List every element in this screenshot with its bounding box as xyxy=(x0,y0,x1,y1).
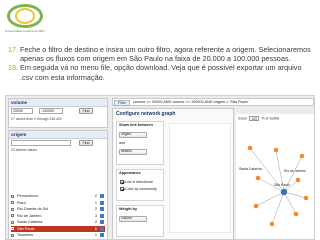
university-logo xyxy=(5,3,45,29)
weight-by-label: Weight by xyxy=(119,207,138,211)
graph-node-center[interactable] xyxy=(280,188,288,196)
slide: { "header": {"university": "Universidade… xyxy=(0,0,320,240)
graph-node[interactable] xyxy=(269,221,275,227)
origem-row[interactable]: Santa Catarina 2 xyxy=(11,219,105,225)
volume-min-input[interactable]: 20000 xyxy=(11,108,33,114)
config-panel: Configure network graph Show link betwee… xyxy=(112,108,234,239)
origem-facet: origem Find 23 distinct values Pernambuc… xyxy=(8,130,108,239)
row-count: 2 xyxy=(94,220,97,224)
step-text: Feche o filtro de destino e insira um ou… xyxy=(20,45,311,64)
volume-max-input[interactable]: -100000 xyxy=(39,108,63,114)
graph-node[interactable] xyxy=(247,145,253,151)
filter-query-input[interactable]: volume >= 20000 AND volume <= 100000 AND… xyxy=(133,100,249,105)
origem-search-input[interactable] xyxy=(11,140,71,146)
row-bar xyxy=(100,213,104,218)
row-label: Pernambuco xyxy=(17,194,39,198)
row-bar xyxy=(100,194,104,198)
config-graph-preview xyxy=(169,123,231,233)
row-label: São Paulo xyxy=(17,226,35,231)
config-title: Configure network graph xyxy=(116,111,176,117)
step-number: 18. xyxy=(8,63,19,73)
origem-count-note: 23 distinct values xyxy=(11,148,38,152)
weight-section: Weight by volume xyxy=(116,205,164,237)
network-graph: Zoom 100 % of visible Santa Catarina Rio… xyxy=(236,114,314,240)
node-label-rio-de-janeiro: Rio de Janeiro xyxy=(284,169,306,173)
row-label: Tocantins xyxy=(17,233,34,237)
row-bar xyxy=(100,200,104,205)
origem-facet-title: origem xyxy=(9,131,107,139)
appearance-label: Appearance xyxy=(119,171,141,175)
weight-dropdown[interactable]: volume xyxy=(119,216,147,222)
origem-row[interactable]: Piauí 1 xyxy=(11,200,105,206)
step-number: 17. xyxy=(8,45,19,54)
row-checkbox[interactable] xyxy=(11,194,14,198)
row-bar xyxy=(100,226,104,231)
row-checkbox[interactable] xyxy=(11,214,14,217)
row-count: 1 xyxy=(94,233,97,237)
graph-node[interactable] xyxy=(295,177,301,183)
node-label-sao-paulo: São Paulo xyxy=(274,183,290,187)
show-link-section: Show link between origem and destino xyxy=(116,121,164,165)
row-bar xyxy=(100,207,104,211)
graph-node[interactable] xyxy=(253,203,259,209)
graph-node[interactable] xyxy=(293,211,299,217)
row-bar xyxy=(100,220,104,224)
row-checkbox[interactable] xyxy=(11,201,14,204)
row-label: Rio Grande do Sul xyxy=(17,207,49,211)
graph-canvas[interactable]: Santa Catarina Rio de Janeiro São Paulo xyxy=(236,114,314,240)
step-17: 17. Feche o filtro de destino e insira u… xyxy=(8,45,316,63)
link-directional-checkbox[interactable] xyxy=(120,180,124,184)
graph-node[interactable] xyxy=(299,153,305,159)
row-label: Rio de Janeiro xyxy=(17,213,42,218)
row-count: 2 xyxy=(94,194,97,198)
origem-find-button[interactable]: Find xyxy=(79,140,93,146)
appearance-section: Appearance Link is directional Color by … xyxy=(116,169,164,201)
row-count: 3 xyxy=(94,213,97,218)
origem-dropdown[interactable]: origem xyxy=(119,132,147,138)
refine-screenshot: volume 20000 -100000 Find 27 values from… xyxy=(5,95,315,240)
volume-range-note: 27 values from 0 through 146.402 xyxy=(11,117,62,121)
row-checkbox[interactable] xyxy=(11,207,14,211)
origem-row[interactable]: Rio Grande do Sul 2 xyxy=(11,206,105,212)
link-directional-label: Link is directional xyxy=(125,179,153,184)
filter-bar: Filter volume >= 20000 AND volume <= 100… xyxy=(112,98,314,106)
filter-button[interactable]: Filter xyxy=(114,99,130,106)
origem-row-selected[interactable]: São Paulo 6 xyxy=(11,225,105,232)
origem-row[interactable]: Tocantins 1 xyxy=(11,232,105,238)
row-label: Piauí xyxy=(17,200,26,205)
origem-row[interactable]: Rio de Janeiro 3 xyxy=(11,213,105,219)
instructions: 17. Feche o filtro de destino e insira u… xyxy=(8,45,316,82)
row-bar xyxy=(100,233,104,237)
row-count: 2 xyxy=(94,207,97,211)
university-name: Universidade Federal do ABC xyxy=(5,29,45,33)
graph-node[interactable] xyxy=(273,147,279,153)
row-checkbox[interactable] xyxy=(11,220,14,224)
color-community-checkbox[interactable] xyxy=(120,187,124,191)
volume-facet: volume 20000 -100000 Find 27 values from… xyxy=(8,98,108,128)
color-community-label: Color by community xyxy=(125,186,157,191)
row-checkbox[interactable] xyxy=(11,233,14,237)
volume-facet-title: volume xyxy=(9,99,107,107)
volume-find-button[interactable]: Find xyxy=(79,108,93,114)
row-label: Santa Catarina xyxy=(17,220,43,224)
row-checkbox[interactable] xyxy=(11,227,14,230)
and-label: and xyxy=(119,141,125,145)
row-count: 1 xyxy=(94,200,97,205)
origem-row[interactable]: Pernambuco 2 xyxy=(11,193,105,199)
show-link-label: Show link between xyxy=(119,123,153,127)
step-18: 18. Em seguida vá no menu file, opção do… xyxy=(8,63,316,81)
graph-node[interactable] xyxy=(303,195,309,201)
destino-dropdown[interactable]: destino xyxy=(119,149,147,155)
row-count: 6 xyxy=(94,226,97,231)
graph-node[interactable] xyxy=(255,175,261,181)
node-label-santa-catarina: Santa Catarina xyxy=(239,167,262,171)
step-text: Em seguida vá no menu file, opção downlo… xyxy=(20,63,302,82)
